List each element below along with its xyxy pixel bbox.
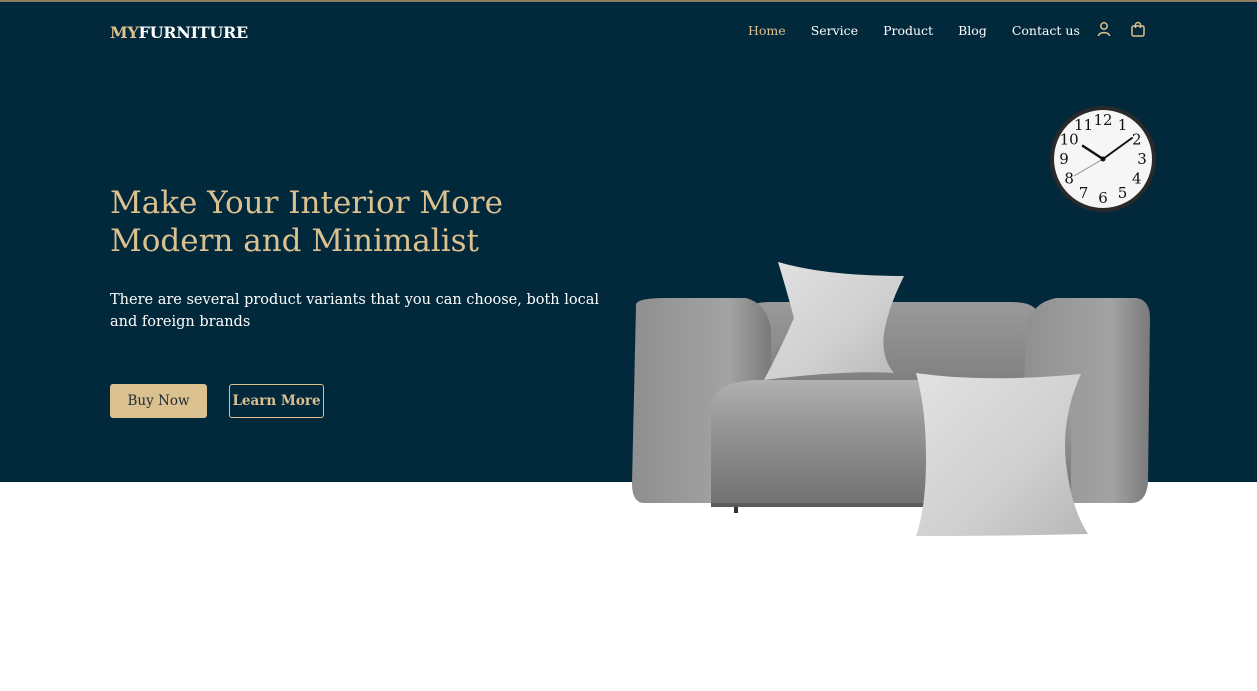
hero-subtext: There are several product variants that …	[110, 292, 600, 330]
nav-service[interactable]: Service	[811, 23, 858, 38]
logo[interactable]: MYFURNITURE	[110, 23, 248, 42]
clock-numeral: 8	[1064, 170, 1074, 188]
clock-numeral: 12	[1093, 111, 1112, 129]
logo-name: FURNITURE	[138, 23, 249, 42]
buy-now-button[interactable]: Buy Now	[110, 384, 207, 418]
main-nav: Home Service Product Blog Contact us	[748, 23, 1105, 38]
learn-more-button[interactable]: Learn More	[229, 384, 324, 418]
sofa-image	[626, 258, 1156, 543]
clock-numeral: 3	[1137, 150, 1147, 168]
clock-numeral: 2	[1132, 131, 1142, 149]
nav-home[interactable]: Home	[748, 23, 786, 38]
shopping-bag-icon[interactable]	[1130, 21, 1146, 37]
clock-numeral: 7	[1079, 184, 1089, 202]
hero-headline: Make Your Interior More Modern and Minim…	[110, 185, 503, 259]
user-icon[interactable]	[1096, 21, 1112, 37]
wall-clock-image: 12 1 2 3 4 5 6 7 8 9 10 11	[1048, 104, 1158, 214]
clock-numeral: 4	[1132, 170, 1142, 188]
clock-numeral: 9	[1059, 150, 1069, 168]
clock-numeral: 11	[1074, 116, 1093, 134]
clock-numeral: 5	[1118, 184, 1128, 202]
clock-numeral: 1	[1118, 116, 1128, 134]
logo-prefix: MY	[110, 23, 139, 42]
clock-numeral: 6	[1098, 189, 1108, 207]
nav-product[interactable]: Product	[883, 23, 933, 38]
nav-contact[interactable]: Contact us	[1012, 23, 1080, 38]
nav-blog[interactable]: Blog	[958, 23, 987, 38]
